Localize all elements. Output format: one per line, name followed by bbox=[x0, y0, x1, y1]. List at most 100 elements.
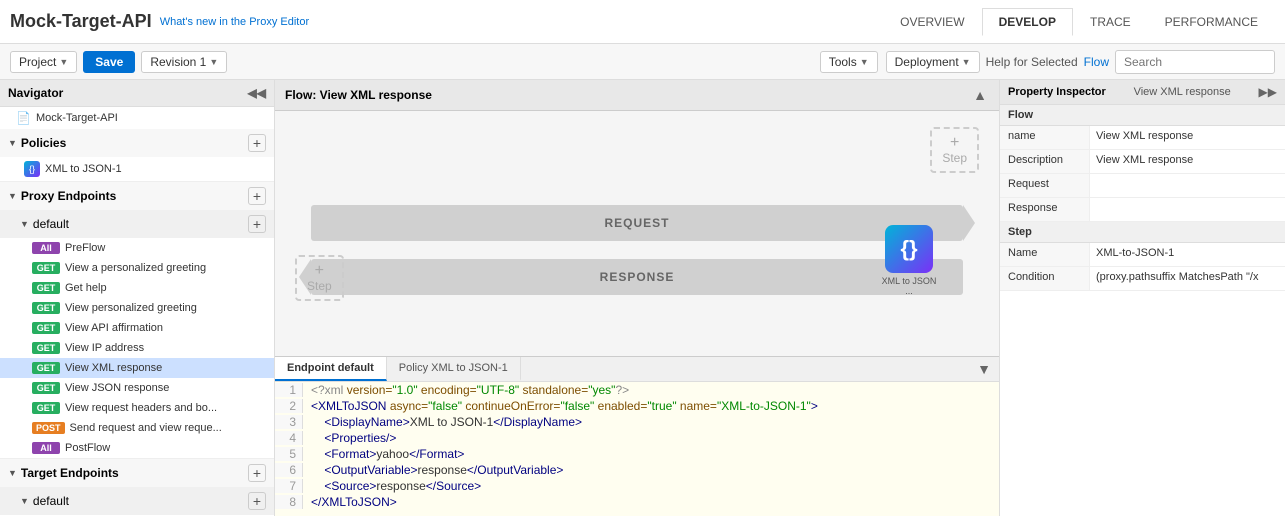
method-badge-get: GET bbox=[32, 262, 60, 274]
search-input[interactable] bbox=[1115, 50, 1275, 74]
line-num-6: 6 bbox=[275, 463, 303, 477]
code-line-6: 6 <OutputVariable>response</OutputVariab… bbox=[275, 462, 999, 478]
method-badge-get-6: GET bbox=[32, 362, 60, 374]
property-inspector-panel: Property Inspector View XML response ▶▶ … bbox=[1000, 80, 1285, 516]
flow-canvas: + Step REQUEST RESPONSE {} XML to JSON .… bbox=[275, 111, 999, 356]
save-button[interactable]: Save bbox=[83, 51, 135, 73]
method-badge-get-5: GET bbox=[32, 342, 60, 354]
tab-performance[interactable]: PERFORMANCE bbox=[1148, 8, 1275, 36]
prop-val-request[interactable] bbox=[1090, 174, 1285, 197]
tab-policy-xml-json[interactable]: Policy XML to JSON-1 bbox=[387, 357, 521, 381]
target-default-triangle-icon: ▼ bbox=[20, 496, 29, 506]
help-flow-link[interactable]: Flow bbox=[1084, 55, 1109, 69]
api-icon: 📄 bbox=[16, 111, 31, 125]
method-badge-all: All bbox=[32, 242, 60, 254]
prop-val-condition[interactable]: (proxy.pathsuffix MatchesPath "/x bbox=[1090, 267, 1285, 290]
code-line-1: 1 <?xml version="1.0" encoding="UTF-8" s… bbox=[275, 382, 999, 398]
center-panel: Flow: View XML response ▲ + Step REQUEST… bbox=[275, 80, 1000, 516]
response-arrow: RESPONSE bbox=[311, 259, 963, 295]
tools-dropdown[interactable]: Tools ▼ bbox=[820, 51, 878, 73]
navigator-collapse-btn[interactable]: ◀◀ bbox=[248, 86, 266, 100]
deployment-chevron-icon: ▼ bbox=[962, 57, 971, 67]
nav-item-postflow[interactable]: All PostFlow bbox=[0, 438, 274, 458]
prop-val-response[interactable] bbox=[1090, 198, 1285, 221]
proxy-default-header[interactable]: ▼ default + bbox=[0, 210, 274, 238]
target-default-header[interactable]: ▼ default + bbox=[0, 487, 274, 515]
prop-val-description[interactable]: View XML response bbox=[1090, 150, 1285, 173]
prop-row-step-name: Name XML-to-JSON-1 bbox=[1000, 243, 1285, 267]
nav-api-item[interactable]: 📄 Mock-Target-API bbox=[0, 107, 274, 129]
code-line-8: 8 </XMLToJSON> bbox=[275, 494, 999, 510]
tab-trace[interactable]: TRACE bbox=[1073, 8, 1148, 36]
add-target-flow-button[interactable]: + bbox=[248, 492, 266, 510]
tools-chevron-icon: ▼ bbox=[860, 57, 869, 67]
code-panel-down-btn[interactable]: ▼ bbox=[969, 361, 999, 377]
proxy-endpoints-header[interactable]: ▼ Proxy Endpoints + bbox=[0, 182, 274, 210]
nav-item-help[interactable]: GET Get help bbox=[0, 278, 274, 298]
line-content-5: <Format>yahoo</Format> bbox=[303, 447, 472, 461]
policies-header[interactable]: ▼ Policies + bbox=[0, 129, 274, 157]
add-policy-button[interactable]: + bbox=[248, 134, 266, 152]
prop-val-step-name[interactable]: XML-to-JSON-1 bbox=[1090, 243, 1285, 266]
code-tabs-left: Endpoint default Policy XML to JSON-1 bbox=[275, 357, 521, 381]
prop-expand-btn[interactable]: ▶▶ bbox=[1259, 85, 1277, 99]
line-num-8: 8 bbox=[275, 495, 303, 509]
nav-item-greeting[interactable]: GET View a personalized greeting bbox=[0, 258, 274, 278]
flow-up-btn[interactable]: ▲ bbox=[971, 85, 989, 105]
nav-policy-xml-json[interactable]: {} XML to JSON-1 bbox=[0, 157, 274, 181]
line-num-4: 4 bbox=[275, 431, 303, 445]
line-content-3: <DisplayName>XML to JSON-1</DisplayName> bbox=[303, 415, 590, 429]
step-label-left: Step bbox=[307, 279, 332, 293]
prop-row-request: Request bbox=[1000, 174, 1285, 198]
line-num-5: 5 bbox=[275, 447, 303, 461]
tab-overview[interactable]: OVERVIEW bbox=[883, 8, 981, 36]
add-proxy-endpoint-button[interactable]: + bbox=[248, 187, 266, 205]
nav-item-ip[interactable]: GET View IP address bbox=[0, 338, 274, 358]
nav-item-headers[interactable]: GET View request headers and bo... bbox=[0, 398, 274, 418]
nav-item-affirmation[interactable]: GET View API affirmation bbox=[0, 318, 274, 338]
code-line-5: 5 <Format>yahoo</Format> bbox=[275, 446, 999, 462]
nav-item-preflow[interactable]: All PreFlow bbox=[0, 238, 274, 258]
revision-dropdown[interactable]: Revision 1 ▼ bbox=[141, 51, 227, 73]
code-area[interactable]: 1 <?xml version="1.0" encoding="UTF-8" s… bbox=[275, 382, 999, 516]
step-box-left[interactable]: + Step bbox=[295, 255, 344, 301]
code-line-4: 4 <Properties/> bbox=[275, 430, 999, 446]
nav-item-personalized[interactable]: GET View personalized greeting bbox=[0, 298, 274, 318]
line-content-7: <Source>response</Source> bbox=[303, 479, 489, 493]
prop-subtitle: View XML response bbox=[1134, 86, 1231, 98]
code-panel: Endpoint default Policy XML to JSON-1 ▼ … bbox=[275, 356, 999, 516]
add-target-endpoint-button[interactable]: + bbox=[248, 464, 266, 482]
proxy-endpoints-section: ▼ Proxy Endpoints + ▼ default + All PreF… bbox=[0, 182, 274, 459]
proxy-default-label: default bbox=[33, 217, 69, 231]
nav-item-json-response[interactable]: GET View JSON response bbox=[0, 378, 274, 398]
line-content-8: </XMLToJSON> bbox=[303, 495, 405, 509]
step-label-top: Step bbox=[942, 151, 967, 165]
target-endpoints-header[interactable]: ▼ Target Endpoints + bbox=[0, 459, 274, 487]
whats-new-link[interactable]: What's new in the Proxy Editor bbox=[160, 16, 309, 28]
line-content-1: <?xml version="1.0" encoding="UTF-8" sta… bbox=[303, 383, 637, 397]
project-chevron-icon: ▼ bbox=[59, 57, 68, 67]
project-dropdown[interactable]: Project ▼ bbox=[10, 51, 77, 73]
prop-key-condition: Condition bbox=[1000, 267, 1090, 290]
toolbar-left: Project ▼ Save Revision 1 ▼ bbox=[10, 51, 814, 73]
policies-title: ▼ Policies bbox=[8, 136, 66, 150]
add-flow-button[interactable]: + bbox=[248, 215, 266, 233]
xml-json-policy-box[interactable]: {} XML to JSON ... bbox=[879, 225, 939, 296]
prop-val-name[interactable]: View XML response bbox=[1090, 126, 1285, 149]
nav-item-xml-response[interactable]: GET View XML response bbox=[0, 358, 274, 378]
prop-row-condition: Condition (proxy.pathsuffix MatchesPath … bbox=[1000, 267, 1285, 291]
prop-key-description: Description bbox=[1000, 150, 1090, 173]
tab-develop[interactable]: DEVELOP bbox=[982, 8, 1073, 36]
step-box-top[interactable]: + Step bbox=[930, 127, 979, 173]
step-plus-left-icon: + bbox=[315, 263, 324, 279]
method-badge-get-2: GET bbox=[32, 282, 60, 294]
method-badge-get-7: GET bbox=[32, 382, 60, 394]
deployment-dropdown[interactable]: Deployment ▼ bbox=[886, 51, 980, 73]
nav-item-post[interactable]: POST Send request and view reque... bbox=[0, 418, 274, 438]
target-default-label: default bbox=[33, 494, 69, 508]
toolbar: Project ▼ Save Revision 1 ▼ Tools ▼ Depl… bbox=[0, 44, 1285, 80]
policies-triangle-icon: ▼ bbox=[8, 138, 17, 148]
tab-endpoint-default[interactable]: Endpoint default bbox=[275, 357, 387, 381]
xml-json-policy-label: XML to JSON ... bbox=[879, 276, 939, 296]
line-content-4: <Properties/> bbox=[303, 431, 404, 445]
